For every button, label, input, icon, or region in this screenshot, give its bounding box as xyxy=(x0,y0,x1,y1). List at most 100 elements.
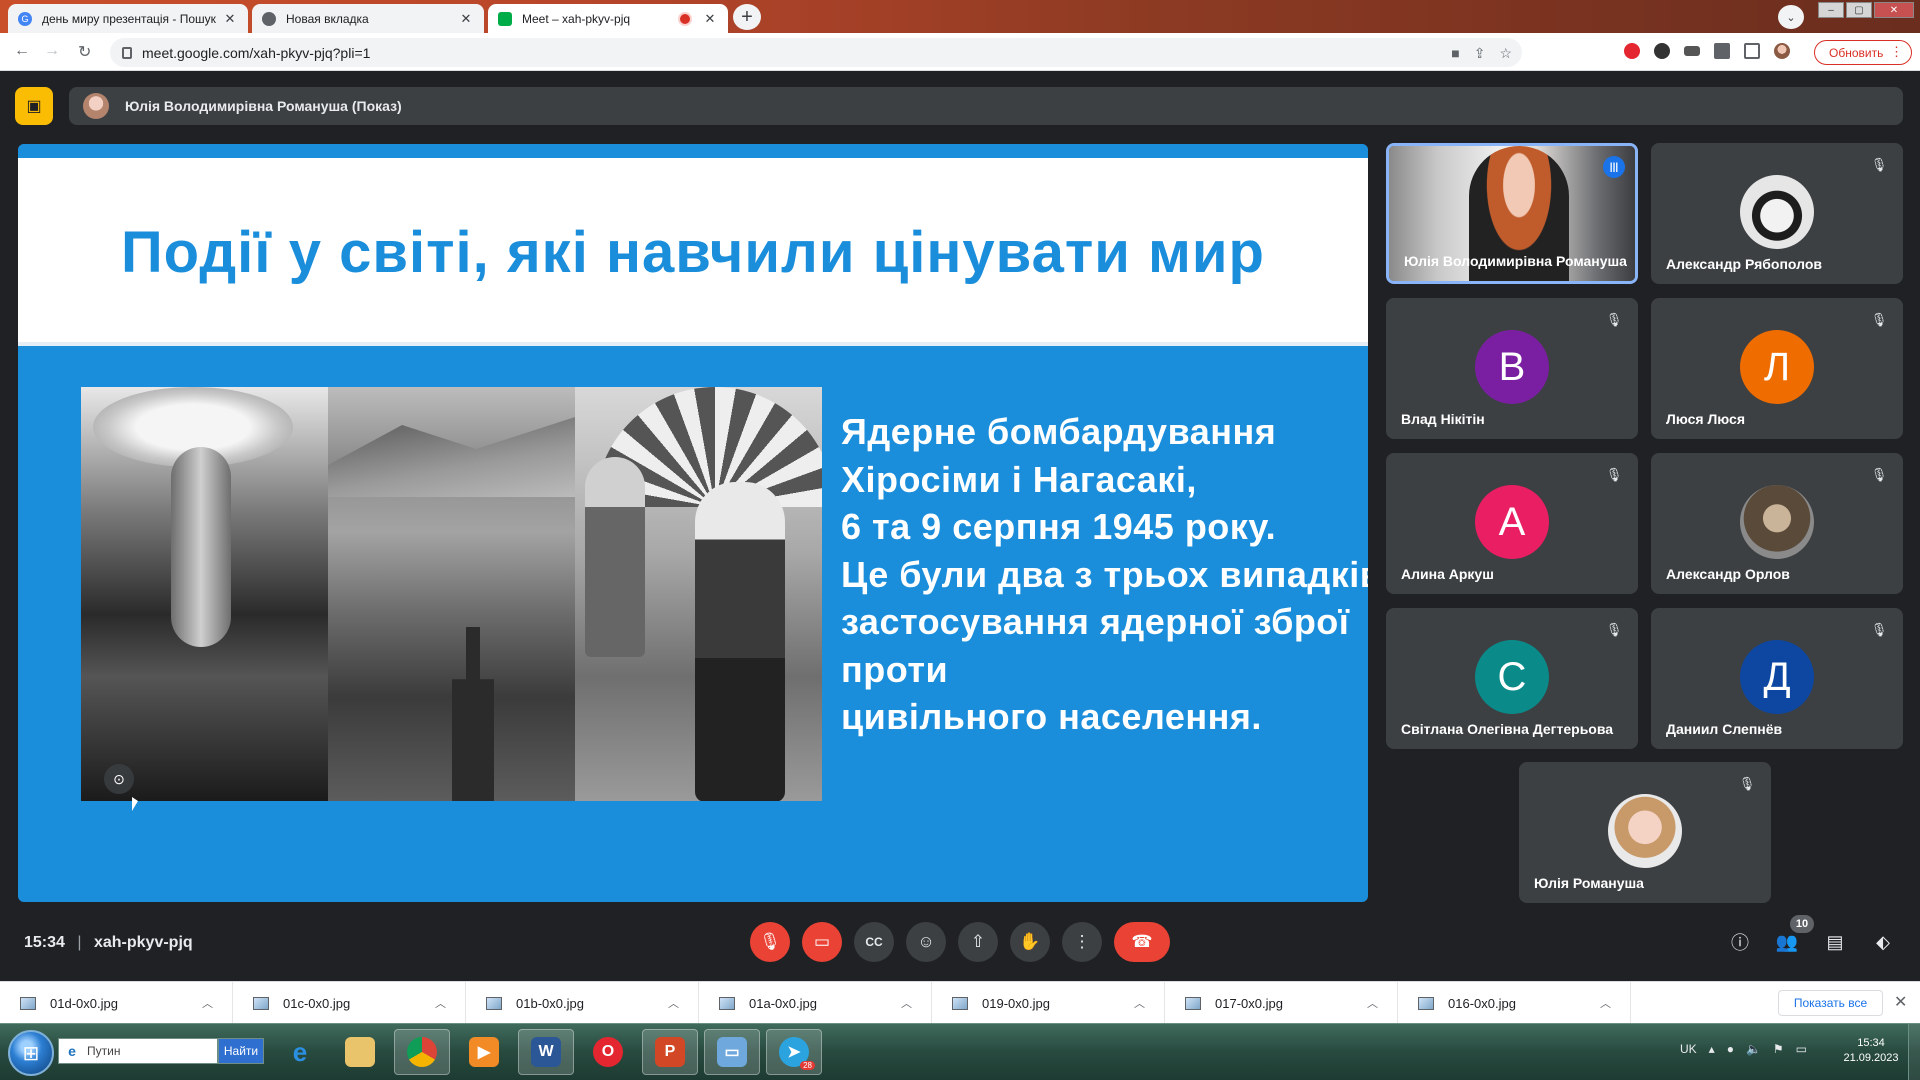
chevron-up-icon[interactable]: ︿ xyxy=(1367,995,1397,1011)
window-controls: ‒ ▢ ✕ xyxy=(1818,2,1914,18)
display-icon[interactable]: ▭ xyxy=(1796,1042,1807,1056)
taskbar-chrome[interactable] xyxy=(394,1029,450,1075)
participant-name: Влад Нікітін xyxy=(1401,411,1485,427)
download-item[interactable]: 01c-0x0.jpg ︿ xyxy=(233,982,466,1024)
extensions xyxy=(1624,43,1790,59)
tab-close-icon[interactable]: ✕ xyxy=(458,11,474,27)
participant-avatar xyxy=(1740,175,1814,249)
leave-call-button[interactable]: ☎ xyxy=(1114,922,1170,962)
address-bar[interactable]: meet.google.com/xah-pkyv-pjq?pli=1 ■ ⇪ ☆ xyxy=(110,38,1522,67)
incognito-extension-icon[interactable] xyxy=(1684,46,1700,56)
slide-body: Ядерне бомбардування Хіросіми і Нагасакі… xyxy=(841,408,1368,741)
mic-off-icon: 🎙 xyxy=(1605,312,1623,327)
download-item[interactable]: 016-0x0.jpg ︿ xyxy=(1398,982,1631,1024)
download-item[interactable]: 017-0x0.jpg ︿ xyxy=(1165,982,1398,1024)
participant-tile[interactable]: 🎙 Александр Орлов xyxy=(1651,453,1903,594)
chevron-up-icon[interactable]: ︿ xyxy=(1134,995,1164,1011)
meeting-time: 15:34 xyxy=(24,934,65,951)
show-desktop-button[interactable] xyxy=(1908,1024,1920,1080)
tab-search-results[interactable]: G день миру презентація - Пошук ✕ xyxy=(8,4,248,33)
taskbar-word[interactable]: W xyxy=(518,1029,574,1075)
side-panel-icon[interactable] xyxy=(1744,43,1760,59)
presenter-pill[interactable]: Юлія Володимирівна Романуша (Показ) xyxy=(69,87,1903,125)
start-button[interactable]: ⊞ xyxy=(8,1030,54,1076)
participant-name: Люся Люся xyxy=(1666,411,1745,427)
tab-close-icon[interactable]: ✕ xyxy=(702,11,718,27)
tray-expand-icon[interactable]: ▴ xyxy=(1709,1042,1715,1056)
language-indicator[interactable]: UK xyxy=(1680,1042,1697,1056)
chevron-up-icon[interactable]: ︿ xyxy=(202,995,232,1011)
puzzle-icon[interactable] xyxy=(1714,43,1730,59)
action-center-flag-icon[interactable]: ⚑ xyxy=(1773,1042,1784,1056)
mic-off-button[interactable]: 🎙 xyxy=(750,922,790,962)
tab-search-button[interactable]: ⌄ xyxy=(1778,5,1804,29)
share-icon[interactable]: ⇪ xyxy=(1474,45,1486,62)
forward-icon[interactable]: → xyxy=(44,42,60,60)
people-icon[interactable]: 👥 xyxy=(1775,930,1799,954)
tab-new-tab[interactable]: Новая вкладка ✕ xyxy=(252,4,484,33)
participant-tile[interactable]: Л 🎙 Люся Люся xyxy=(1651,298,1903,439)
taskbar-explorer[interactable] xyxy=(332,1029,388,1075)
camera-off-button[interactable]: ▭ xyxy=(802,922,842,962)
participant-tile[interactable]: А 🎙 Алина Аркуш xyxy=(1386,453,1638,594)
chat-icon[interactable]: ▤ xyxy=(1823,930,1847,954)
opera-extension-icon[interactable] xyxy=(1624,43,1640,59)
chevron-up-icon[interactable]: ︿ xyxy=(668,995,698,1011)
participant-tile[interactable]: 🎙 Юлія Романуша xyxy=(1519,762,1771,903)
close-window-icon[interactable]: ✕ xyxy=(1874,2,1914,18)
network-status-icon[interactable]: ● xyxy=(1727,1042,1734,1056)
participant-tile[interactable]: ||| Юлія Володимирівна Романуша xyxy=(1386,143,1638,284)
taskbar-opera[interactable]: O xyxy=(580,1029,636,1075)
profile-avatar[interactable] xyxy=(1774,43,1790,59)
reload-icon[interactable]: ↻ xyxy=(78,42,91,62)
download-item[interactable]: 01d-0x0.jpg ︿ xyxy=(0,982,233,1024)
chevron-up-icon[interactable]: ︿ xyxy=(901,995,931,1011)
menu-dots-icon[interactable]: ⋮ xyxy=(1890,44,1903,60)
more-options-button[interactable]: ⋮ xyxy=(1062,922,1102,962)
present-now-button[interactable]: ⇧ xyxy=(958,922,998,962)
taskbar-media-player[interactable]: ▶ xyxy=(456,1029,512,1075)
show-all-downloads-button[interactable]: Показать все xyxy=(1778,990,1883,1016)
emoji-button[interactable]: ☺ xyxy=(906,922,946,962)
download-item[interactable]: 01a-0x0.jpg ︿ xyxy=(699,982,932,1024)
minimize-icon[interactable]: ‒ xyxy=(1818,2,1844,18)
participant-tile[interactable]: Д 🎙 Даниил Слепнёв xyxy=(1651,608,1903,749)
participant-name: Даниил Слепнёв xyxy=(1666,721,1783,737)
new-tab-button[interactable]: + xyxy=(733,4,761,30)
download-item[interactable]: 019-0x0.jpg ︿ xyxy=(932,982,1165,1024)
taskbar-powerpoint[interactable]: P xyxy=(642,1029,698,1075)
taskbar-clock[interactable]: 15:34 21.09.2023 xyxy=(1836,1036,1906,1066)
activities-icon[interactable]: ⬖ xyxy=(1871,930,1895,954)
taskbar-photo-viewer[interactable]: ▭ xyxy=(704,1029,760,1075)
participant-tile[interactable]: В 🎙 Влад Нікітін xyxy=(1386,298,1638,439)
bookmark-star-icon[interactable]: ☆ xyxy=(1499,45,1512,62)
taskbar-find-button[interactable]: Найти xyxy=(218,1038,264,1064)
tab-meet[interactable]: Meet – xah-pkyv-pjq ✕ xyxy=(488,4,728,33)
extension-w-icon[interactable] xyxy=(1654,43,1670,59)
slide-zoom-icon[interactable]: ⊙ xyxy=(104,764,134,794)
download-item[interactable]: 01b-0x0.jpg ︿ xyxy=(466,982,699,1024)
back-icon[interactable]: ← xyxy=(14,42,30,60)
close-downloads-icon[interactable]: ✕ xyxy=(1894,992,1907,1012)
mic-off-icon: 🎙 xyxy=(1605,467,1623,482)
volume-icon[interactable]: 🔈 xyxy=(1746,1042,1761,1056)
taskbar-telegram[interactable]: ➤ 28 xyxy=(766,1029,822,1075)
captions-button[interactable]: CC xyxy=(854,922,894,962)
camera-icon[interactable]: ■ xyxy=(1451,45,1459,62)
maximize-icon[interactable]: ▢ xyxy=(1846,2,1872,18)
taskbar-search-value: Путин xyxy=(87,1044,121,1058)
chevron-up-icon[interactable]: ︿ xyxy=(435,995,465,1011)
taskbar-search-box[interactable]: e Путин xyxy=(58,1038,218,1064)
participant-name: Александр Орлов xyxy=(1666,566,1790,582)
image-file-icon xyxy=(20,996,36,1010)
participant-tile[interactable]: С 🎙 Світлана Олегівна Дегтерьова xyxy=(1386,608,1638,749)
update-button[interactable]: Обновить ⋮ xyxy=(1814,40,1912,65)
stop-presenting-icon[interactable]: ▣ xyxy=(15,87,53,125)
mushroom-cloud-photo xyxy=(81,387,328,801)
tab-close-icon[interactable]: ✕ xyxy=(222,11,238,27)
raise-hand-button[interactable]: ✋ xyxy=(1010,922,1050,962)
participant-tile[interactable]: 🎙 Александр Рябополов xyxy=(1651,143,1903,284)
meeting-details-icon[interactable]: ⓘ xyxy=(1728,930,1752,954)
chevron-up-icon[interactable]: ︿ xyxy=(1600,995,1630,1011)
taskbar-ie[interactable]: e xyxy=(272,1029,328,1075)
